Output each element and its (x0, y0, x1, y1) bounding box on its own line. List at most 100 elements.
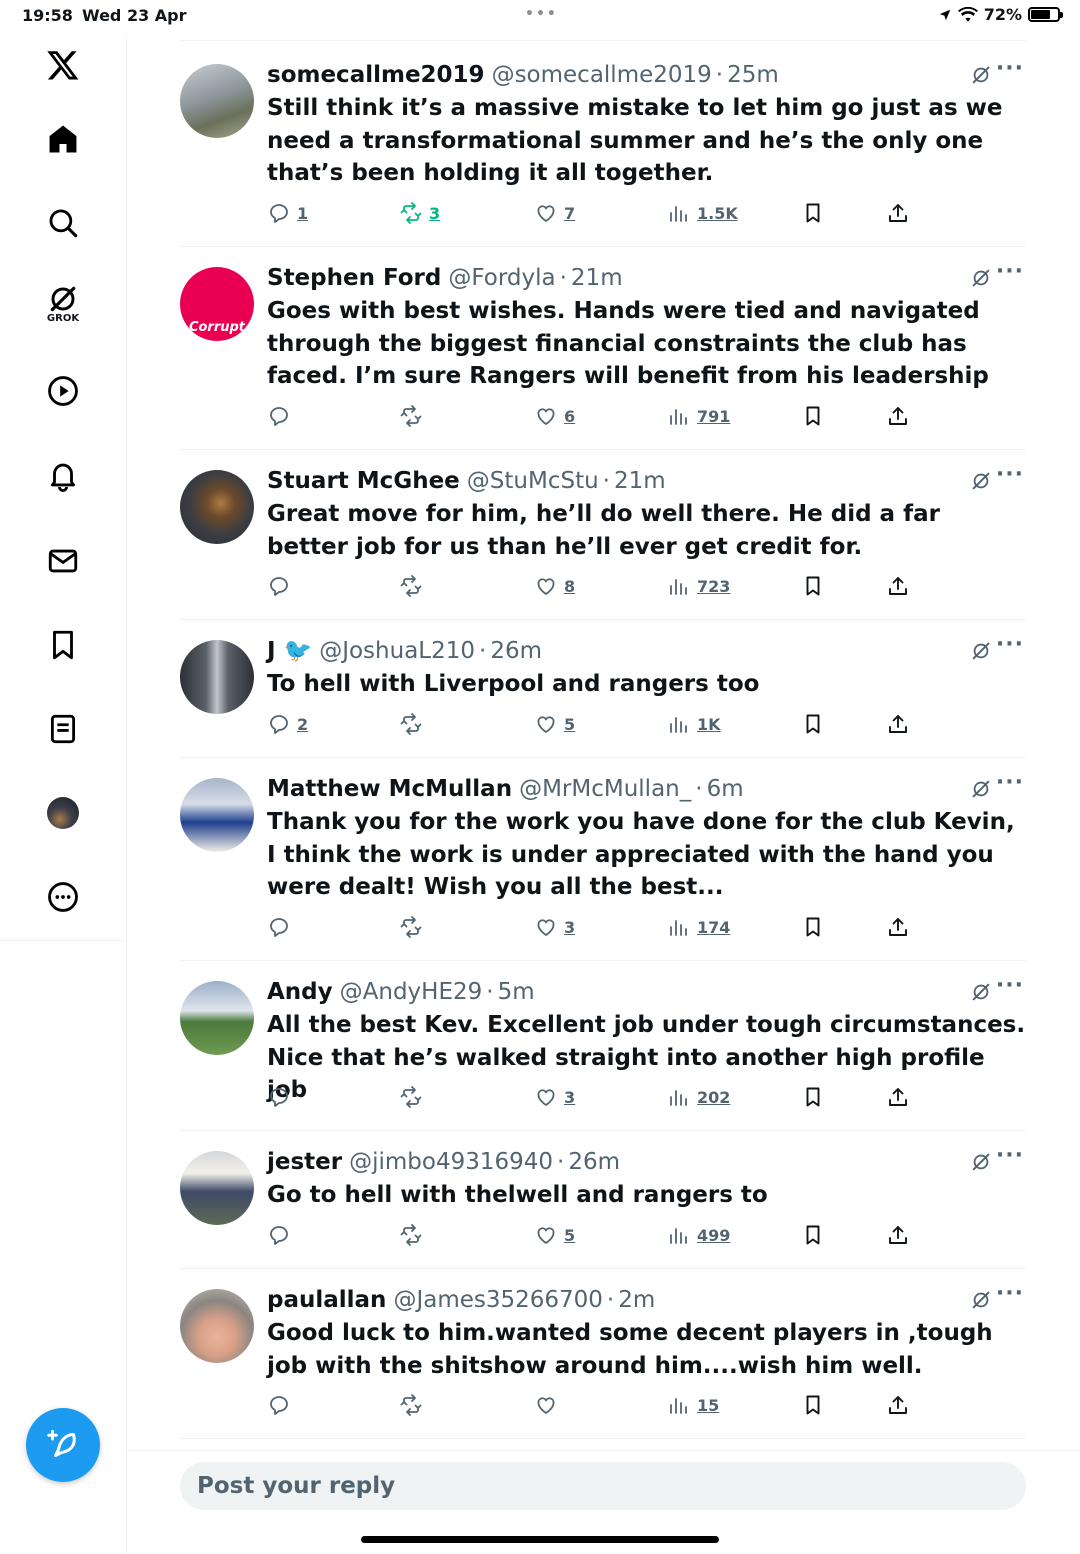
reply-tweet[interactable]: Stuart McGhee @StuMcStu · 21m Great move for… (180, 450, 1026, 620)
user-handle[interactable]: @James35266700 (393, 1285, 602, 1315)
views-button[interactable]: 499 (667, 1223, 730, 1247)
retweet-button[interactable] (399, 404, 429, 428)
like-button[interactable]: 5 (534, 1223, 575, 1247)
grok-explain-icon[interactable] (970, 64, 992, 86)
user-avatar[interactable]: Corrupt (180, 267, 254, 341)
grok-explain-icon[interactable] (970, 981, 992, 1003)
like-button[interactable]: 6 (534, 404, 575, 428)
retweet-button[interactable] (399, 915, 429, 939)
profile-avatar[interactable] (40, 790, 86, 836)
home-indicator[interactable] (361, 1536, 719, 1543)
user-handle[interactable]: @MrMcMullan_ (519, 774, 691, 804)
reply-button[interactable] (267, 1085, 297, 1109)
user-handle[interactable]: @StuMcStu (467, 466, 599, 496)
retweet-button[interactable] (399, 1223, 429, 1247)
user-handle[interactable]: @AndyHE29 (340, 977, 483, 1007)
tweet-age[interactable]: 2m (618, 1285, 655, 1315)
share-button[interactable] (886, 712, 910, 736)
user-avatar[interactable] (180, 1289, 254, 1363)
reply-button[interactable] (267, 404, 297, 428)
reply-tweet[interactable]: somecallme2019 @somecallme2019 · 25m Still t… (180, 44, 1026, 247)
views-button[interactable]: 1.5K (667, 201, 738, 225)
like-button[interactable]: 3 (534, 915, 575, 939)
tweet-age[interactable]: 6m (707, 774, 744, 804)
user-avatar[interactable] (180, 640, 254, 714)
tweet-age[interactable]: 25m (727, 60, 779, 90)
bookmark-button[interactable] (801, 1223, 825, 1247)
user-handle[interactable]: @JoshuaL210 (319, 636, 475, 666)
home-icon[interactable] (40, 116, 86, 162)
retweet-button[interactable] (399, 712, 429, 736)
like-button[interactable] (534, 1393, 564, 1417)
views-button[interactable]: 1K (667, 712, 721, 736)
reply-input[interactable]: Post your reply (180, 1462, 1026, 1510)
grok-explain-icon[interactable] (970, 1151, 992, 1173)
reply-button[interactable] (267, 1223, 297, 1247)
notifications-icon[interactable] (40, 452, 86, 498)
share-button[interactable] (886, 915, 910, 939)
bookmark-button[interactable] (801, 201, 825, 225)
reply-button[interactable]: 2 (267, 712, 308, 736)
tweet-age[interactable]: 26m (490, 636, 542, 666)
user-avatar[interactable] (180, 778, 254, 852)
reply-tweet[interactable]: Andy @AndyHE29 · 5m All the best Kev. Excell… (180, 961, 1026, 1131)
share-button[interactable] (886, 574, 910, 598)
grok-explain-icon[interactable] (970, 267, 992, 289)
share-button[interactable] (886, 404, 910, 428)
share-button[interactable] (886, 201, 910, 225)
reply-button[interactable] (267, 1393, 297, 1417)
reply-tweet[interactable]: jester @jimbo49316940 · 26m Go to hell with … (180, 1131, 1026, 1269)
more-options-icon[interactable]: ··· (996, 770, 1024, 795)
grok-explain-icon[interactable] (970, 1289, 992, 1311)
user-name[interactable]: Matthew McMullan (267, 774, 512, 804)
multitasking-dots-icon[interactable]: ••• (525, 6, 558, 22)
like-button[interactable]: 7 (534, 201, 575, 225)
retweet-button[interactable] (399, 1393, 429, 1417)
like-button[interactable]: 8 (534, 574, 575, 598)
grok-explain-icon[interactable] (970, 640, 992, 662)
reply-button[interactable] (267, 574, 297, 598)
user-name[interactable]: Andy (267, 977, 333, 1007)
bookmarks-icon[interactable] (40, 622, 86, 668)
views-button[interactable]: 15 (667, 1393, 719, 1417)
views-button[interactable]: 723 (667, 574, 730, 598)
more-options-icon[interactable]: ··· (996, 56, 1024, 81)
retweet-button[interactable] (399, 1085, 429, 1109)
grok-icon[interactable]: GROK (40, 280, 86, 326)
like-button[interactable]: 3 (534, 1085, 575, 1109)
user-avatar[interactable] (180, 470, 254, 544)
more-options-icon[interactable]: ··· (996, 1143, 1024, 1168)
user-name[interactable]: J 🐦 (267, 636, 312, 666)
user-avatar[interactable] (180, 1151, 254, 1225)
tweet-age[interactable]: 21m (614, 466, 666, 496)
views-button[interactable]: 174 (667, 915, 730, 939)
user-handle[interactable]: @somecallme2019 (492, 60, 712, 90)
more-options-icon[interactable]: ··· (996, 973, 1024, 998)
bookmark-button[interactable] (801, 1085, 825, 1109)
user-handle[interactable]: @jimbo49316940 (349, 1147, 553, 1177)
views-button[interactable]: 202 (667, 1085, 730, 1109)
lists-icon[interactable] (40, 706, 86, 752)
user-avatar[interactable] (180, 64, 254, 138)
user-name[interactable]: Stuart McGhee (267, 466, 460, 496)
grok-explain-icon[interactable] (970, 470, 992, 492)
search-icon[interactable] (40, 200, 86, 246)
x-logo-icon[interactable] (40, 42, 86, 88)
bookmark-button[interactable] (801, 915, 825, 939)
reply-button[interactable]: 1 (267, 201, 308, 225)
compose-post-button[interactable] (26, 1408, 100, 1482)
more-options-icon[interactable]: ··· (996, 259, 1024, 284)
user-name[interactable]: jester (267, 1147, 342, 1177)
user-name[interactable]: paulallan (267, 1285, 386, 1315)
reply-tweet[interactable]: J 🐦 @JoshuaL210 · 26m To hell with Liverpool… (180, 620, 1026, 758)
views-button[interactable]: 791 (667, 404, 730, 428)
more-options-icon[interactable]: ··· (996, 632, 1024, 657)
share-button[interactable] (886, 1085, 910, 1109)
bookmark-button[interactable] (801, 1393, 825, 1417)
reply-button[interactable] (267, 915, 297, 939)
more-options-icon[interactable]: ··· (996, 462, 1024, 487)
messages-icon[interactable] (40, 538, 86, 584)
share-button[interactable] (886, 1223, 910, 1247)
tweet-age[interactable]: 5m (498, 977, 535, 1007)
more-icon[interactable] (40, 874, 86, 920)
